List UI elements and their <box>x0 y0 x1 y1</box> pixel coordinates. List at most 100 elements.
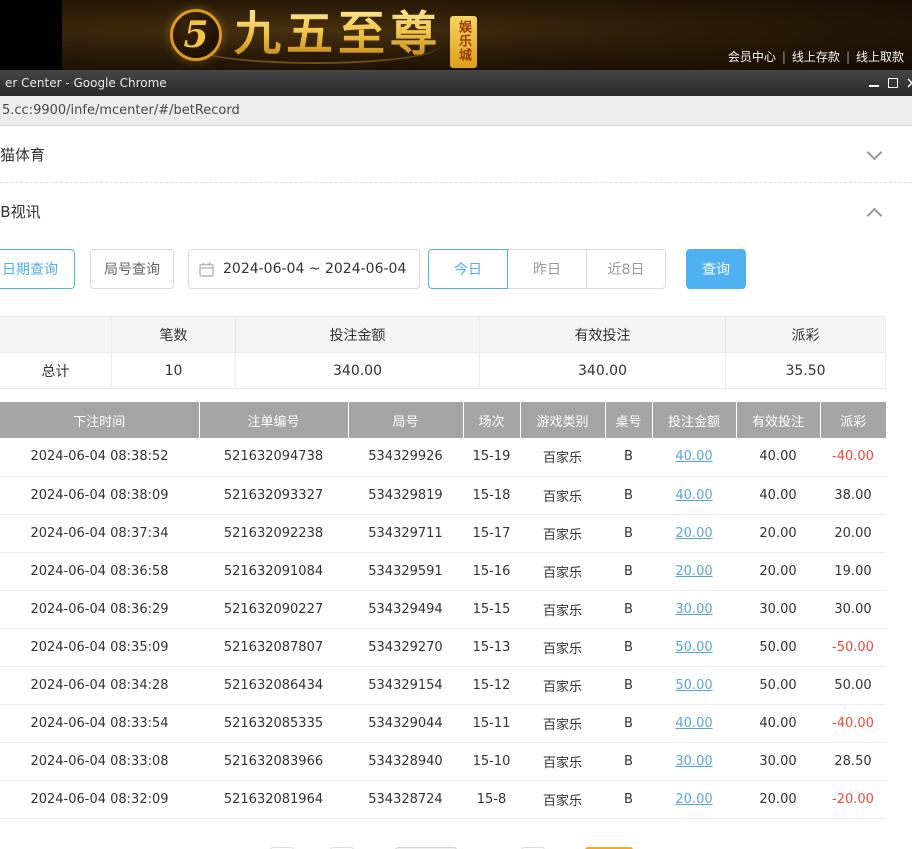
round-no: 534329154 <box>348 666 463 705</box>
pagination: « 1 10条/页 » 确定 <box>270 845 912 849</box>
bet-amount-link[interactable]: 30.00 <box>652 742 736 781</box>
bet-amount-link[interactable]: 30.00 <box>652 590 736 629</box>
page-content: 熊猫体育 BB视讯 日期查询 局号查询 2024-06-04 ~ 2024-06… <box>0 126 912 849</box>
bet-row: 2024-06-04 08:32:09 521632081964 534328724… <box>0 780 886 819</box>
nav-withdraw[interactable]: 线上取款 <box>856 50 904 64</box>
payout: -40.00 <box>820 704 886 743</box>
chevron-down-icon[interactable] <box>868 147 882 161</box>
session-no: 15-19 <box>463 438 520 477</box>
screen: 5 九五至尊 娱乐城 会员中心 | 线上存款 | 线上取款 er Center - Go… <box>0 0 912 849</box>
yesterday-button[interactable]: 昨日 <box>507 249 587 289</box>
payout: 30.00 <box>820 590 886 629</box>
payout: 50.00 <box>820 666 886 705</box>
bet-time: 2024-06-04 08:36:29 <box>0 590 199 629</box>
today-button[interactable]: 今日 <box>428 249 508 289</box>
nav-deposit[interactable]: 线上存款 <box>792 50 840 64</box>
search-button[interactable]: 查询 <box>686 249 746 289</box>
logo-coin-icon: 5 <box>170 9 222 61</box>
bet-amount-value[interactable]: 30.00 <box>675 754 712 769</box>
bet-amount-link[interactable]: 20.00 <box>652 514 736 553</box>
date-range-input[interactable]: 2024-06-04 ~ 2024-06-04 <box>188 249 420 289</box>
nav-separator: | <box>845 50 850 64</box>
top-nav: 会员中心 | 线上存款 | 线上取款 <box>728 48 904 65</box>
session-no: 15-11 <box>463 704 520 743</box>
browser-addressbar[interactable]: 5.cc:9900/infe/mcenter/#/betRecord <box>0 96 912 126</box>
column-header: 下注时间 <box>0 402 200 438</box>
round-no: 534328940 <box>348 742 463 781</box>
bet-time: 2024-06-04 08:38:09 <box>0 476 199 515</box>
round-query-tab[interactable]: 局号查询 <box>90 249 174 289</box>
close-icon[interactable] <box>907 78 912 88</box>
bet-table-body: 2024-06-04 08:38:52 521632094738 534329926… <box>0 438 886 819</box>
bet-amount-link[interactable]: 20.00 <box>652 780 736 819</box>
game-type: 百家乐 <box>520 438 605 477</box>
valid-bet: 50.00 <box>736 666 820 705</box>
bet-row: 2024-06-04 08:33:08 521632083966 534328940… <box>0 742 886 781</box>
bet-amount-value[interactable]: 40.00 <box>675 488 712 503</box>
bet-amount-value[interactable]: 40.00 <box>675 716 712 731</box>
minimize-icon[interactable] <box>869 80 879 87</box>
valid-bet: 20.00 <box>736 514 820 553</box>
logo-title: 九五至尊 <box>234 5 442 65</box>
payout: -50.00 <box>820 628 886 667</box>
game-type: 百家乐 <box>520 476 605 515</box>
bet-amount-value[interactable]: 50.00 <box>675 678 712 693</box>
valid-bet: 40.00 <box>736 438 820 477</box>
url-text: 5.cc:9900/infe/mcenter/#/betRecord <box>2 103 240 118</box>
bet-amount-value[interactable]: 30.00 <box>675 602 712 617</box>
bet-time: 2024-06-04 08:35:09 <box>0 628 199 667</box>
bet-amount-link[interactable]: 40.00 <box>652 438 736 477</box>
game-type: 百家乐 <box>520 590 605 629</box>
table-no: B <box>605 742 652 781</box>
date-range-value: 2024-06-04 ~ 2024-06-04 <box>223 261 407 277</box>
summary-table: 笔数 投注金额 有效投注 派彩 总计 10 340.00 340.00 35.5… <box>0 316 886 389</box>
bet-row: 2024-06-04 08:36:58 521632091084 534329591… <box>0 552 886 591</box>
session-no: 15-13 <box>463 628 520 667</box>
bet-amount-link[interactable]: 40.00 <box>652 476 736 515</box>
table-no: B <box>605 704 652 743</box>
bet-amount-value[interactable]: 40.00 <box>675 449 712 464</box>
bet-amount-link[interactable]: 40.00 <box>652 704 736 743</box>
bet-time: 2024-06-04 08:37:34 <box>0 514 199 553</box>
bet-row: 2024-06-04 08:38:09 521632093327 534329819… <box>0 476 886 515</box>
chevron-up-icon[interactable] <box>868 205 882 219</box>
table-no: B <box>605 552 652 591</box>
summary-header-valid-bet: 有效投注 <box>480 317 726 353</box>
round-no: 534329819 <box>348 476 463 515</box>
bet-row: 2024-06-04 08:36:29 521632090227 534329494… <box>0 590 886 629</box>
bet-time: 2024-06-04 08:38:52 <box>0 438 199 477</box>
bet-amount-link[interactable]: 20.00 <box>652 552 736 591</box>
column-header: 注单编号 <box>199 402 349 438</box>
date-query-tab[interactable]: 日期查询 <box>0 249 75 289</box>
last-8-days-button[interactable]: 近8日 <box>586 249 666 289</box>
bet-id: 521632091084 <box>199 552 348 591</box>
section-panda-sports[interactable]: 熊猫体育 <box>0 126 912 183</box>
session-no: 15-12 <box>463 666 520 705</box>
window-controls <box>869 78 912 88</box>
bet-id: 521632085335 <box>199 704 348 743</box>
bet-id: 521632094738 <box>199 438 348 477</box>
session-no: 15-16 <box>463 552 520 591</box>
corner-block <box>0 0 62 70</box>
table-no: B <box>605 514 652 553</box>
column-header: 派彩 <box>820 402 886 438</box>
bet-amount-link[interactable]: 50.00 <box>652 666 736 705</box>
section-bb-video[interactable]: BB视讯 <box>0 183 912 240</box>
nav-separator: | <box>781 50 786 64</box>
bet-amount-value[interactable]: 20.00 <box>675 792 712 807</box>
bet-amount-value[interactable]: 50.00 <box>675 640 712 655</box>
bet-time: 2024-06-04 08:33:54 <box>0 704 199 743</box>
browser-titlebar[interactable]: er Center - Google Chrome <box>0 70 912 96</box>
bet-id: 521632087807 <box>199 628 348 667</box>
nav-member-center[interactable]: 会员中心 <box>728 50 776 64</box>
session-no: 15-15 <box>463 590 520 629</box>
bet-id: 521632092238 <box>199 514 348 553</box>
bet-amount-link[interactable]: 50.00 <box>652 628 736 667</box>
bet-time: 2024-06-04 08:34:28 <box>0 666 199 705</box>
bet-amount-value[interactable]: 20.00 <box>675 526 712 541</box>
round-no: 534329044 <box>348 704 463 743</box>
bet-amount-value[interactable]: 20.00 <box>675 564 712 579</box>
game-type: 百家乐 <box>520 780 605 819</box>
session-no: 15-18 <box>463 476 520 515</box>
maximize-icon[interactable] <box>888 78 898 88</box>
